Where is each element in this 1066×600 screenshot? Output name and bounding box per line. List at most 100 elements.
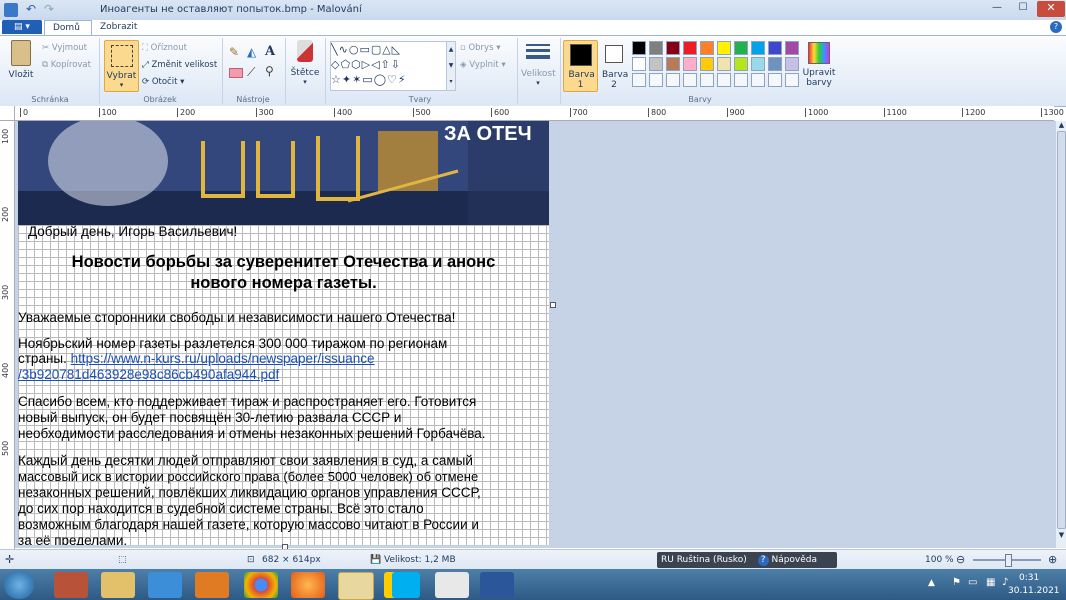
palette-swatch[interactable] [632, 73, 646, 87]
palette-swatch[interactable] [649, 57, 663, 71]
palette-swatch[interactable] [666, 73, 680, 87]
status-bar: ✛ ⬚ ⊡ 682 × 614px 💾 Velikost: 1,2 MB RU … [0, 549, 1066, 570]
palette-swatch[interactable] [666, 57, 680, 71]
pencil-icon[interactable]: ✎ [229, 45, 239, 59]
paint-taskbar-icon[interactable] [338, 572, 374, 600]
magnifier-icon[interactable]: ⚲ [265, 64, 274, 78]
palette-swatch[interactable] [632, 41, 646, 55]
palette-swatch[interactable] [649, 73, 663, 87]
vertical-scrollbar[interactable]: ▲ ▼ [1055, 121, 1066, 548]
scroll-down-arrow[interactable]: ▼ [1056, 531, 1066, 539]
palette-swatch[interactable] [700, 73, 714, 87]
palette-swatch[interactable] [785, 57, 799, 71]
palette-swatch[interactable] [700, 41, 714, 55]
palette-swatch[interactable] [734, 57, 748, 71]
internet-explorer-icon[interactable] [148, 572, 182, 598]
scroll-up-arrow[interactable]: ▲ [1056, 121, 1066, 129]
edit-colors-button[interactable]: Upravit barvy [802, 40, 836, 90]
flag-icon[interactable]: ⚑ [952, 577, 961, 588]
network-icon[interactable]: ▦ [986, 577, 995, 588]
scroll-thumb[interactable] [1057, 131, 1066, 529]
rotate-button[interactable]: ⟳ Otočit ▾ [142, 77, 184, 87]
zoom-out-button[interactable]: ⊖ [956, 550, 965, 570]
media-player-icon[interactable] [195, 572, 229, 598]
outline-button[interactable]: ▫ Obrys ▾ [460, 43, 500, 53]
issue-link-continued[interactable]: /3b920781d463928e98c86cb490afa944.pdf [18, 367, 279, 382]
chrome-icon[interactable] [244, 572, 278, 598]
zoom-in-button[interactable]: ⊕ [1048, 550, 1057, 570]
zoom-slider-thumb[interactable] [1005, 554, 1012, 567]
app-menu-button[interactable]: ▤ ▾ [2, 20, 42, 34]
minimize-button[interactable]: — [985, 2, 1009, 16]
color2-button[interactable]: Barva 2 [599, 40, 629, 90]
palette-swatch[interactable] [785, 73, 799, 87]
undo-icon[interactable]: ↶ [26, 2, 36, 16]
eraser-icon[interactable] [229, 68, 243, 78]
palette-swatch[interactable] [717, 41, 731, 55]
copy-button[interactable]: ⧉ Kopírovat [42, 60, 91, 70]
palette-swatch[interactable] [683, 41, 697, 55]
maximize-button[interactable]: ☐ [1012, 2, 1034, 16]
ruler-top-label: 1200 [962, 108, 985, 117]
help-icon[interactable]: ? [1050, 21, 1062, 33]
palette-swatch[interactable] [717, 73, 731, 87]
help-icon[interactable]: ? [757, 555, 769, 566]
file-explorer-icon[interactable] [101, 572, 135, 598]
brushes-button[interactable]: Štětce ▾ [290, 40, 320, 90]
shapes-gallery[interactable]: ╲∿○▭▢△◺ ◇⬠⬡▷◁⇧⇩ ☆✦✶▭◯♡⚡ [330, 41, 448, 91]
firefox-icon[interactable] [291, 572, 325, 598]
palette-swatch[interactable] [649, 41, 663, 55]
paragraph-1: Уважаемые сторонники свободы и независим… [18, 310, 456, 325]
close-button[interactable]: ✕ [1037, 1, 1065, 17]
shapes-scroll[interactable]: ▲ ▼ ▾ [446, 41, 456, 91]
paste-button[interactable]: Vložit [6, 40, 36, 90]
cut-button[interactable]: ✂ Vyjmout [42, 43, 87, 53]
fill-button[interactable]: ◈ Vyplnit ▾ [460, 60, 506, 70]
tray-expand-icon[interactable]: ▲ [928, 578, 935, 588]
palette-swatch[interactable] [734, 41, 748, 55]
clock-time[interactable]: 0:31 [1019, 573, 1039, 583]
word-icon[interactable] [480, 572, 514, 598]
redo-icon[interactable]: ↷ [44, 2, 54, 16]
resize-button[interactable]: ⤢ Změnit velikost [142, 60, 217, 70]
palette-swatch[interactable] [751, 57, 765, 71]
image-dimensions: 682 × 614px [262, 555, 321, 565]
text-tool-icon[interactable]: A [265, 44, 275, 59]
select-button[interactable]: Vybrat ▾ [104, 40, 139, 92]
taskbar-app-icon[interactable] [54, 572, 88, 598]
palette-swatch[interactable] [768, 73, 782, 87]
canvas-resize-handle-right[interactable] [550, 302, 556, 308]
image-dimensions-icon: ⊡ [247, 555, 255, 565]
paragraph-4-line5: возможным благодаря нашей газете, котору… [18, 517, 479, 532]
palette-swatch[interactable] [700, 57, 714, 71]
headline-line2: нового номера газеты. [190, 274, 377, 292]
palette-swatch[interactable] [717, 57, 731, 71]
palette-swatch[interactable] [785, 41, 799, 55]
color1-button[interactable]: Barva 1 [563, 40, 598, 92]
clock-date[interactable]: 30.11.2021 [1008, 586, 1060, 596]
palette-swatch[interactable] [751, 73, 765, 87]
fill-bucket-icon[interactable]: ◭ [247, 45, 256, 59]
palette-swatch[interactable] [683, 57, 697, 71]
ruler-top-label: 300 [255, 108, 274, 117]
drawing-canvas[interactable]: ЗА ОТЕЧ Добрый день, Игорь Васильевич! Н… [18, 121, 549, 545]
skype-icon[interactable] [392, 572, 420, 598]
tab-home[interactable]: Domů [44, 20, 92, 35]
mail-icon[interactable] [435, 572, 469, 598]
paint-app-icon[interactable] [4, 3, 18, 17]
issue-link[interactable]: https://www.n-kurs.ru/uploads/newspaper/… [71, 351, 375, 366]
monitor-icon[interactable]: ▭ [968, 577, 977, 588]
palette-swatch[interactable] [683, 73, 697, 87]
palette-swatch[interactable] [751, 41, 765, 55]
language-indicator[interactable]: RU Ruština (Rusko) ? Nápověda [657, 552, 837, 568]
tab-view[interactable]: Zobrazit [92, 20, 145, 34]
palette-swatch[interactable] [666, 41, 680, 55]
palette-swatch[interactable] [768, 57, 782, 71]
palette-swatch[interactable] [734, 73, 748, 87]
palette-swatch[interactable] [632, 57, 646, 71]
crop-button[interactable]: ⛶ Oříznout [142, 43, 187, 53]
start-button[interactable] [4, 571, 34, 599]
palette-swatch[interactable] [768, 41, 782, 55]
size-button[interactable]: Velikost ▾ [521, 40, 556, 90]
color-picker-icon[interactable]: ⟋ [247, 65, 255, 80]
